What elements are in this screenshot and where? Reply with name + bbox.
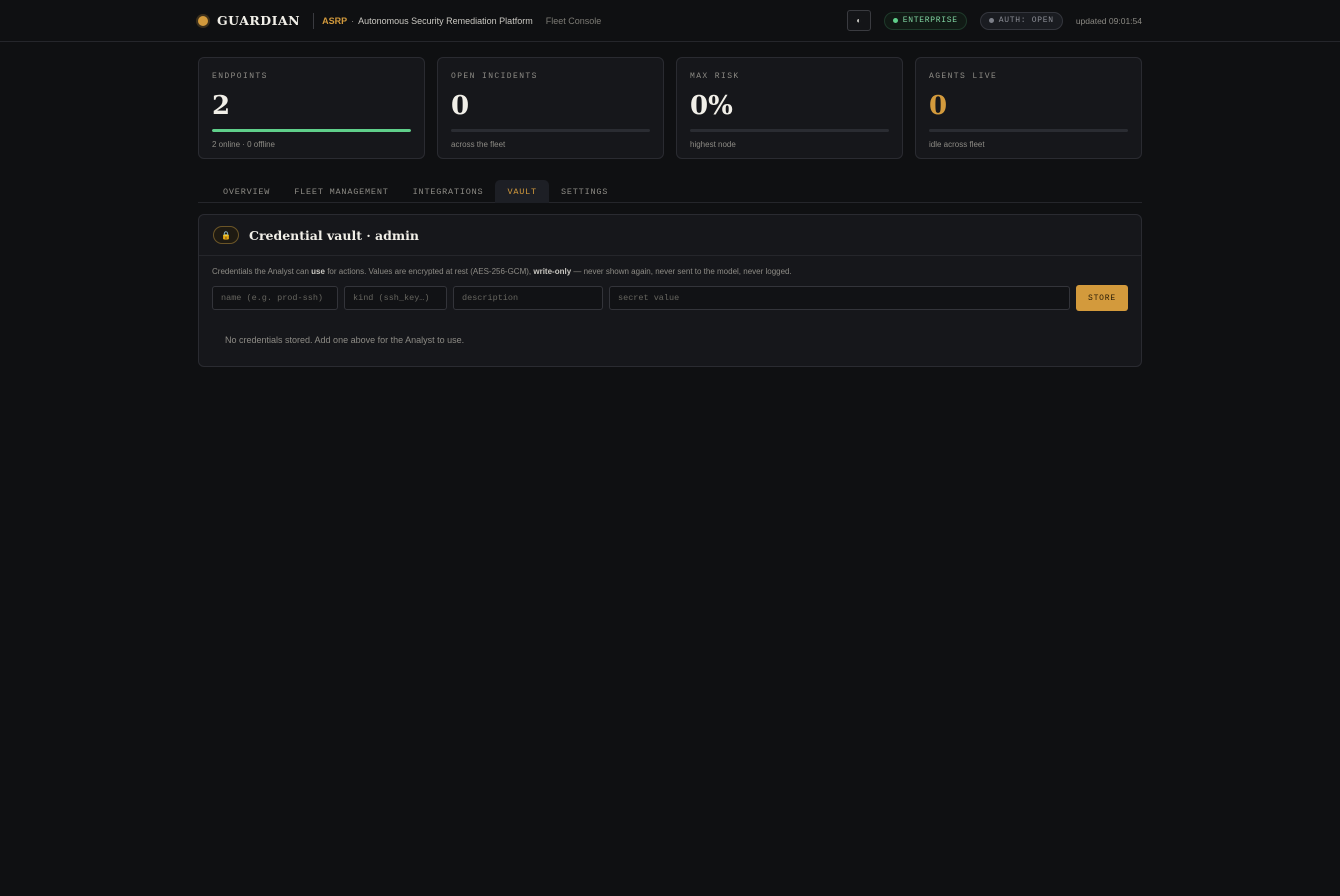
credential-form: STORE: [212, 285, 1128, 311]
stat-subtext: idle across fleet: [929, 140, 985, 149]
top-bar-content: GUARDIAN ASRP · Autonomous Security Reme…: [198, 0, 1142, 41]
stat-progress-fill: [212, 129, 411, 132]
auth-badge-label: AUTH: OPEN: [998, 16, 1054, 25]
stat-value: 0%: [690, 91, 733, 121]
stat-value: 0: [929, 91, 948, 121]
stat-subtext: across the fleet: [451, 140, 506, 149]
description-emphasis: write-only: [533, 267, 572, 276]
theme-toggle-button[interactable]: ◐: [846, 10, 871, 31]
status-dot-icon: [988, 18, 994, 23]
stats-cards: ENDPOINTS 2 2 online · 0 offline OPEN IN…: [198, 57, 1142, 159]
brand-logo-icon: [198, 15, 208, 26]
stat-progress-bar: [451, 129, 650, 132]
tab-vault[interactable]: VAULT: [495, 180, 549, 203]
stat-progress-bar: [929, 129, 1128, 132]
panel-title: Credential vault · admin: [249, 227, 419, 243]
brand-name: GUARDIAN: [217, 13, 301, 28]
stat-subtext: highest node: [690, 140, 736, 149]
description-text: for actions. Values are encrypted at res…: [324, 267, 534, 276]
product-full-name: Autonomous Security Remediation Platform: [358, 15, 533, 26]
description-text: — never shown again, never sent to the m…: [571, 267, 792, 276]
main-tabs: OVERVIEW FLEET MANAGEMENT INTEGRATIONS V…: [198, 180, 1142, 203]
empty-state-message: No credentials stored. Add one above for…: [225, 335, 465, 345]
product-separator: ·: [351, 15, 355, 26]
description-emphasis: use: [311, 267, 325, 276]
tab-integrations[interactable]: INTEGRATIONS: [401, 180, 496, 203]
tab-fleet-management[interactable]: FLEET MANAGEMENT: [282, 180, 400, 203]
stat-label: AGENTS LIVE: [929, 72, 998, 81]
stat-card-max-risk: MAX RISK 0% highest node: [676, 57, 903, 159]
stat-label: ENDPOINTS: [212, 72, 268, 81]
credential-kind-input[interactable]: [344, 286, 447, 310]
stat-label: MAX RISK: [690, 72, 740, 81]
stat-value: 2: [212, 91, 231, 121]
stat-subtext: 2 online · 0 offline: [212, 140, 276, 149]
stat-card-endpoints: ENDPOINTS 2 2 online · 0 offline: [198, 57, 425, 159]
auth-badge[interactable]: AUTH: OPEN: [979, 11, 1063, 30]
status-dot-icon: [892, 18, 898, 23]
credential-description-input[interactable]: [453, 286, 603, 310]
updated-timestamp: updated 09:01:54: [1075, 15, 1142, 26]
product-short-name: ASRP: [322, 15, 348, 26]
top-bar: GUARDIAN ASRP · Autonomous Security Reme…: [0, 0, 1340, 42]
stat-progress-bar: [690, 129, 889, 132]
credential-secret-input[interactable]: [609, 286, 1070, 310]
store-button[interactable]: STORE: [1076, 285, 1128, 311]
edition-badge-label: ENTERPRISE: [902, 16, 958, 25]
credential-name-input[interactable]: [212, 286, 338, 310]
lock-icon: 🔒: [213, 226, 239, 244]
stat-card-open-incidents: OPEN INCIDENTS 0 across the fleet: [437, 57, 664, 159]
brand-divider: [313, 12, 315, 29]
tab-settings[interactable]: SETTINGS: [549, 180, 620, 203]
stat-card-agents-live: AGENTS LIVE 0 idle across fleet: [915, 57, 1142, 159]
tab-overview[interactable]: OVERVIEW: [211, 180, 282, 203]
stat-progress-bar: [212, 129, 411, 132]
vault-description: Credentials the Analyst can use for acti…: [212, 267, 1141, 276]
stat-label: OPEN INCIDENTS: [451, 72, 538, 81]
contrast-icon: ◐: [856, 16, 862, 25]
description-text: Credentials the Analyst can: [212, 267, 312, 276]
panel-header: 🔒 Credential vault · admin: [199, 215, 1141, 256]
section-name: Fleet Console: [545, 15, 602, 26]
credential-vault-panel: 🔒 Credential vault · admin Credentials t…: [198, 214, 1142, 367]
stat-value: 0: [451, 91, 470, 121]
edition-badge: ENTERPRISE: [883, 11, 967, 30]
